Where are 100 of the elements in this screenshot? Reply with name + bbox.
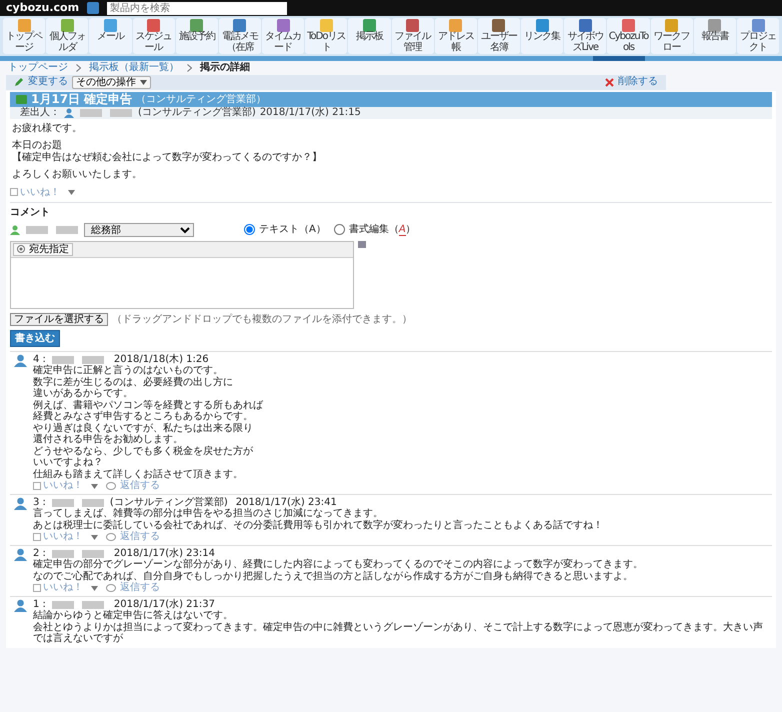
app-tile-icon <box>147 19 160 32</box>
comment-datetime: 2018/1/17(水) 23:41 <box>236 496 337 508</box>
app-launcher-button[interactable]: スケジュール <box>132 18 175 54</box>
person-icon <box>64 108 74 118</box>
comment-line: 確定申告の部分でグレーゾーンな部分があり、経費にした内容によっても変わってくるのでそこの内容によって数字が変わってきます。 <box>33 559 644 570</box>
radio-label: 書式編集（A） <box>348 224 416 236</box>
caret-icon[interactable] <box>91 586 98 591</box>
message-line: お疲れ様です。 <box>12 122 83 134</box>
collapse-handle[interactable] <box>593 56 645 61</box>
app-launcher-button[interactable]: 掲示板 <box>348 18 391 54</box>
chevron-icon <box>76 64 81 72</box>
close-icon <box>605 78 614 86</box>
file-select-button[interactable]: ファイルを選択する <box>10 312 108 326</box>
post-datetime: 2018/1/17(水) 21:15 <box>260 107 361 119</box>
radio-label: テキスト（A） <box>259 224 326 236</box>
app-launcher-button[interactable]: サイボウズLive <box>564 18 606 54</box>
comment-line: 確定申告に正解と言うのはないものです。 <box>33 365 224 376</box>
comment-datetime: 2018/1/17(水) 21:37 <box>114 598 215 610</box>
breadcrumb-current: 掲示の詳細 <box>200 62 250 74</box>
app-launcher-button[interactable]: 報告書 <box>694 18 736 54</box>
delete-link[interactable]: 削除する <box>618 76 658 88</box>
comment-number: 4 : <box>33 354 46 365</box>
app-switch-icon[interactable] <box>87 2 100 14</box>
app-launcher-button[interactable]: ワークフロー <box>650 18 693 54</box>
redacted-name <box>26 226 48 234</box>
more-actions-button[interactable]: その他の操作 <box>72 76 151 88</box>
message-line: 本日のお題 <box>12 140 63 152</box>
app-launcher-button[interactable]: ユーザー名簿 <box>478 18 520 54</box>
redacted-name <box>80 109 102 118</box>
redacted-name <box>110 109 132 118</box>
app-launcher-button[interactable]: プロジェクト <box>736 18 780 54</box>
breadcrumb-link[interactable]: トップページ <box>8 62 68 74</box>
app-launcher-button[interactable]: 個人フォルダ <box>46 18 88 54</box>
caret-icon <box>140 80 147 84</box>
comment-number: 3 : <box>33 496 46 508</box>
caret-icon[interactable] <box>68 190 75 196</box>
department-select[interactable]: 総務部 <box>84 222 194 237</box>
app-launcher-button[interactable]: タイムカード <box>262 18 304 54</box>
comment-datetime: 2018/1/17(水) 23:14 <box>114 548 215 559</box>
sender-label: 差出人： <box>20 107 60 119</box>
sender-department: (コンサルティング営業部) <box>138 107 256 119</box>
app-launcher-button[interactable]: ファイル管理 <box>392 18 434 54</box>
comment-line: やり過ぎは良くないですが、私たちは出来る限り <box>33 422 254 434</box>
comment-editor[interactable]: 宛先指定 <box>10 240 354 309</box>
app-tile-icon <box>449 19 462 32</box>
comment-number: 2 : <box>33 548 46 559</box>
comment-line: 会社とゆうよりかは担当によって変わってきます。確定申告の中に雑費というグレーゾーンがあり、そこで計上する数字によって恩恵が変わってきます。大きい声では言えないですが <box>33 622 764 645</box>
comment-line: 結論からゆうと確定申告に答えはないです。 <box>33 610 234 622</box>
redacted-name <box>82 356 104 364</box>
app-launcher-button[interactable]: メール <box>89 18 132 54</box>
search-field[interactable]: 製品内を検索 <box>107 2 288 14</box>
breadcrumb-link[interactable]: 掲示板（最新一覧） <box>89 62 179 74</box>
person-icon <box>14 548 27 561</box>
logo-text: cybozu.com <box>6 2 80 14</box>
app-launcher-button[interactable]: CybozuTools <box>607 18 650 54</box>
app-tile-icon <box>708 19 722 32</box>
app-launcher-button[interactable]: 施設予約 <box>176 18 218 54</box>
caret-icon[interactable] <box>91 484 98 489</box>
app-tile-icon <box>104 19 117 32</box>
app-tile-icon <box>536 19 549 32</box>
redacted-name <box>56 226 78 234</box>
redacted-name <box>52 600 74 609</box>
person-icon <box>14 354 27 367</box>
caret-icon[interactable] <box>91 534 98 540</box>
app-tile-icon <box>233 19 246 32</box>
radio-button[interactable] <box>334 224 345 236</box>
person-icon <box>14 496 27 510</box>
speech-bubble-icon <box>106 584 116 593</box>
file-hint: （ドラッグアンドドロップでも複数のファイルを添付できます。） <box>112 314 412 326</box>
app-launcher-button[interactable]: トップページ <box>3 18 46 54</box>
comment-line: 還付される申告をお勧めします。 <box>33 434 184 446</box>
speech-bubble-icon <box>106 482 116 491</box>
app-tile-icon <box>406 19 420 32</box>
expand-icon[interactable] <box>358 240 366 248</box>
app-launcher-button[interactable]: リンク集 <box>521 18 564 54</box>
topic-title: 1月17日 確定申告 <box>31 92 132 106</box>
redacted-name <box>52 498 74 507</box>
comment-line: 違いがあるからです。 <box>33 388 134 400</box>
topic-department: （コンサルティング営業部） <box>136 94 266 106</box>
recipient-button[interactable]: 宛先指定 <box>13 242 73 256</box>
app-launcher-button[interactable]: 電話メモ（在席 <box>218 18 262 54</box>
comment-line: 言ってしまえば、雑費等の部分は申告をやる担当のさじ加減になってきます。 <box>33 508 384 520</box>
redacted-name <box>52 550 74 558</box>
comment-line: 経費とみなさず申告するところもあるからです。 <box>33 411 254 422</box>
app-tile-icon <box>665 19 678 32</box>
app-tile-icon <box>622 19 635 32</box>
app-launcher-button[interactable]: アドレス帳 <box>434 18 477 54</box>
app-tile-icon <box>276 19 290 32</box>
redacted-name <box>52 356 74 364</box>
comment-line: あとは税理士に委託している会社であれば、その分委託費用等も引かれて数字が変わったりと言ったこともよくある話ですね！ <box>33 520 604 531</box>
comment-line: どうせやるなら、少しでも多く税金を戻せた方が <box>33 446 254 458</box>
edit-link[interactable]: 変更する <box>28 76 68 88</box>
pencil-icon <box>14 77 24 87</box>
message-line: よろしくお願いいたします。 <box>12 169 143 181</box>
app-launcher-button[interactable]: ToDoリスト <box>305 18 348 54</box>
submit-button[interactable]: 書き込む <box>10 330 60 347</box>
person-icon <box>14 598 27 612</box>
comment-datetime: 2018/1/18(木) 1:26 <box>114 354 209 365</box>
comment-number: 1 : <box>33 598 46 610</box>
radio-button[interactable] <box>244 224 255 236</box>
